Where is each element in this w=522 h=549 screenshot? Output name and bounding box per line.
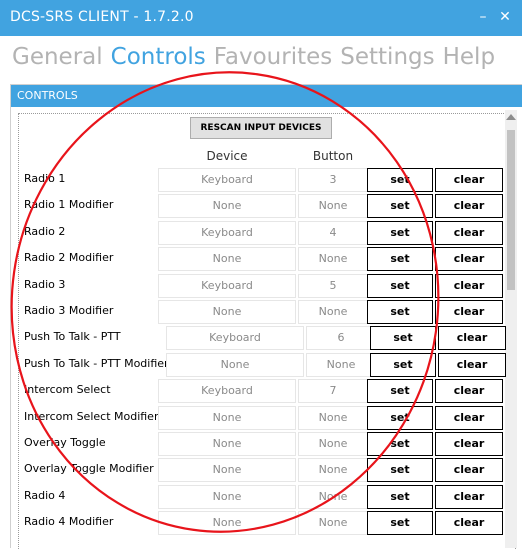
control-row: Push To Talk - PTT Keyboard 6 set clear	[0, 325, 522, 351]
control-row: Radio 1 Keyboard 3 set clear	[0, 167, 522, 193]
menu-favourites[interactable]: Favourites	[214, 44, 332, 70]
rescan-input-devices-button[interactable]: RESCAN INPUT DEVICES	[190, 117, 332, 139]
set-button[interactable]: set	[367, 484, 433, 509]
device-field: Keyboard	[158, 379, 296, 404]
clear-button[interactable]: clear	[435, 405, 503, 430]
set-button[interactable]: set	[367, 300, 433, 324]
control-label: Push To Talk - PTT	[24, 330, 121, 344]
control-row: Radio 2 Modifier None None set clear	[0, 246, 522, 272]
menu-controls[interactable]: Controls	[111, 44, 206, 70]
clear-button[interactable]: clear	[435, 432, 503, 456]
device-field: Keyboard	[158, 273, 296, 298]
clear-button[interactable]: clear	[435, 300, 503, 324]
clear-button[interactable]: clear	[438, 352, 506, 377]
control-label: Radio 3 Modifier	[24, 304, 114, 317]
button-field: 3	[298, 168, 368, 192]
clear-button[interactable]: clear	[435, 194, 503, 219]
title-bar: DCS-SRS CLIENT - 1.7.2.0 – ✕	[0, 0, 522, 36]
control-label: Radio 3	[24, 277, 66, 291]
control-label: Intercom Select Modifier	[24, 409, 159, 423]
set-button[interactable]: set	[367, 511, 433, 536]
set-button[interactable]: set	[367, 405, 433, 430]
device-field: None	[158, 432, 296, 456]
menu-help[interactable]: Help	[443, 44, 495, 70]
button-field: 4	[298, 220, 368, 245]
menu-general[interactable]: General	[12, 44, 103, 70]
button-field: None	[298, 484, 368, 509]
control-label: Push To Talk - PTT Modifier	[24, 356, 169, 370]
set-button[interactable]: set	[367, 458, 433, 483]
device-field: Keyboard	[166, 326, 304, 351]
button-field: None	[298, 458, 368, 483]
clear-button[interactable]: clear	[435, 379, 503, 404]
control-row: Overlay Toggle None None set clear	[0, 431, 522, 457]
scroll-up-arrow-icon[interactable]	[506, 114, 516, 120]
control-row: Push To Talk - PTT Modifier None None set cl…	[0, 352, 522, 378]
minimize-icon[interactable]: –	[474, 6, 492, 28]
device-field: None	[158, 405, 296, 430]
set-button[interactable]: set	[367, 432, 433, 456]
control-row: Radio 1 Modifier None None set clear	[0, 193, 522, 219]
control-row: Radio 2 Keyboard 4 set clear	[0, 220, 522, 246]
device-field: None	[158, 300, 296, 324]
control-row: Intercom Select Modifier None None set clear	[0, 405, 522, 431]
button-field: 5	[298, 273, 368, 298]
clear-button[interactable]: clear	[435, 168, 503, 192]
set-button[interactable]: set	[367, 194, 433, 219]
control-label: Radio 2 Modifier	[24, 251, 114, 265]
device-field: None	[158, 194, 296, 219]
menu-settings[interactable]: Settings	[340, 44, 434, 70]
set-button[interactable]: set	[367, 247, 433, 272]
set-button[interactable]: set	[367, 168, 433, 192]
set-button[interactable]: set	[367, 273, 433, 298]
close-icon[interactable]: ✕	[496, 6, 514, 28]
control-label: Radio 4	[24, 488, 66, 502]
device-field: None	[166, 352, 304, 377]
button-field: None	[298, 511, 368, 536]
control-label: Radio 1	[24, 172, 66, 185]
control-label: Overlay Toggle	[24, 436, 106, 449]
button-field: None	[298, 300, 368, 324]
button-field: None	[298, 247, 368, 272]
set-button[interactable]: set	[367, 379, 433, 404]
device-field: None	[158, 484, 296, 509]
control-row: Radio 4 None None set clear	[0, 484, 522, 510]
control-label: Radio 4 Modifier	[24, 515, 114, 529]
clear-button[interactable]: clear	[435, 484, 503, 509]
button-field: None	[298, 194, 368, 219]
device-column-header: Device	[206, 149, 248, 163]
button-field: None	[298, 405, 368, 430]
button-field: 6	[306, 326, 376, 351]
set-button[interactable]: set	[370, 352, 436, 377]
clear-button[interactable]: clear	[435, 511, 503, 536]
control-label: Overlay Toggle Modifier	[24, 462, 154, 476]
button-field: 7	[298, 379, 368, 404]
clear-button[interactable]: clear	[435, 458, 503, 483]
set-button[interactable]: set	[370, 326, 436, 351]
control-row: Radio 4 Modifier None None set clear	[0, 510, 522, 536]
button-field: None	[306, 352, 376, 377]
window-title: DCS-SRS CLIENT - 1.7.2.0	[10, 9, 194, 25]
clear-button[interactable]: clear	[435, 220, 503, 245]
button-column-header: Button	[312, 149, 354, 163]
main-menu: General Controls Favourites Settings Help	[12, 44, 503, 80]
device-field: Keyboard	[158, 220, 296, 245]
control-row: Overlay Toggle Modifier None None set clear	[0, 457, 522, 483]
device-field: None	[158, 458, 296, 483]
device-field: Keyboard	[158, 168, 296, 192]
control-row: Radio 3 Keyboard 5 set clear	[0, 273, 522, 299]
device-field: None	[158, 511, 296, 536]
clear-button[interactable]: clear	[438, 326, 506, 351]
control-row: Intercom Select Keyboard 7 set clear	[0, 378, 522, 404]
control-label: Radio 2	[24, 224, 66, 238]
control-row: Radio 3 Modifier None None set clear	[0, 299, 522, 325]
set-button[interactable]: set	[367, 220, 433, 245]
control-label: Radio 1 Modifier	[24, 198, 114, 212]
clear-button[interactable]: clear	[435, 273, 503, 298]
button-field: None	[298, 432, 368, 456]
device-field: None	[158, 247, 296, 272]
panel-title: CONTROLS	[11, 85, 522, 107]
clear-button[interactable]: clear	[435, 247, 503, 272]
control-label: Intercom Select	[24, 383, 111, 397]
